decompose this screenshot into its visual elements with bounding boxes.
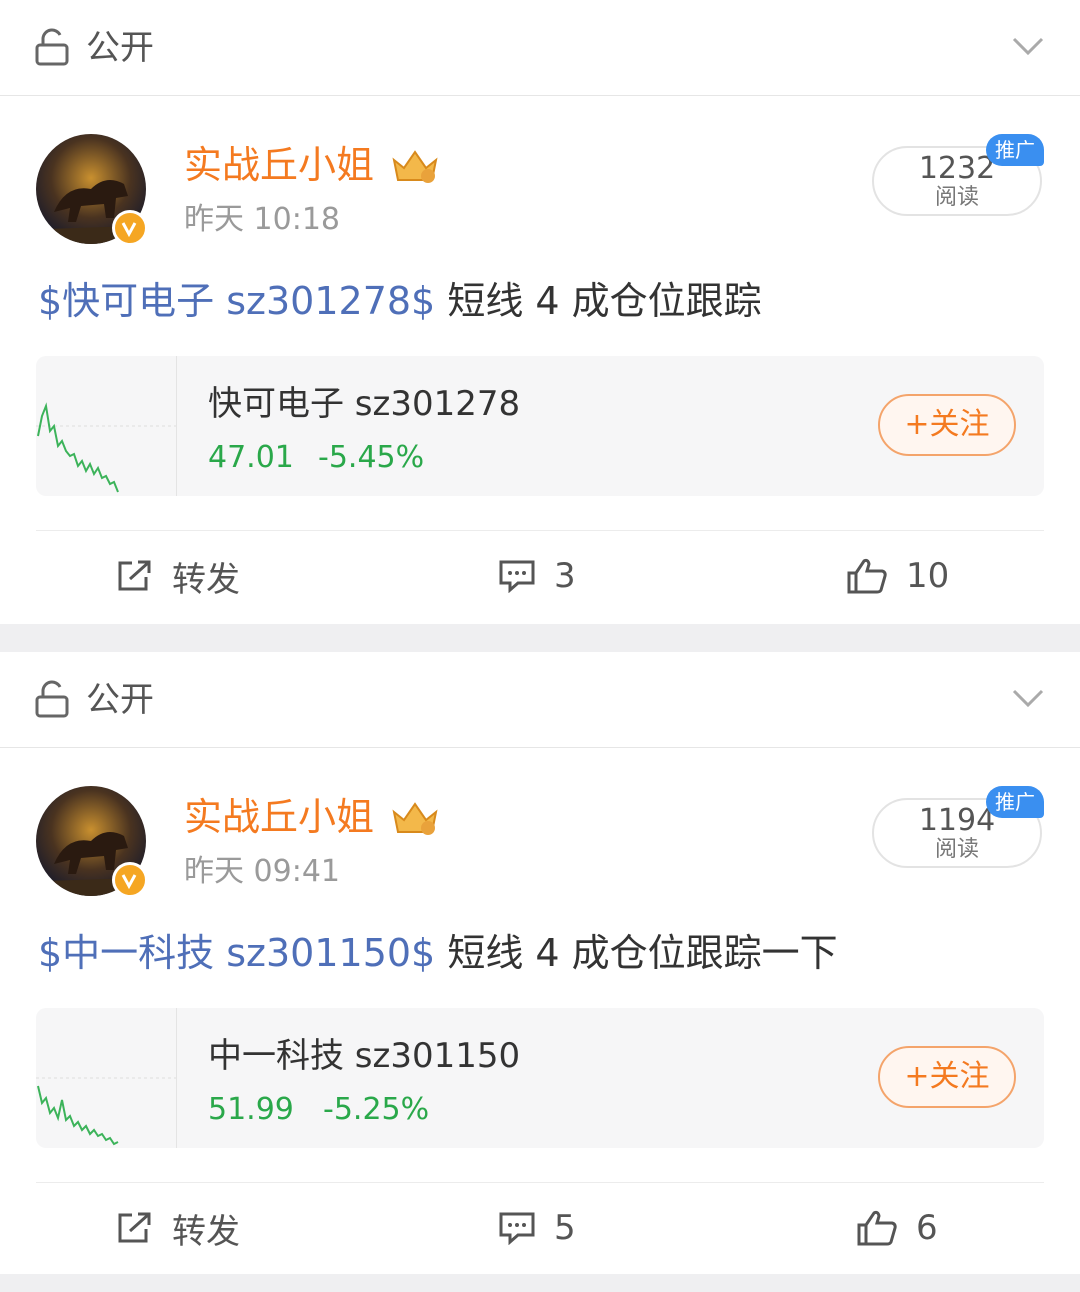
post-card: 公开 实战丘小姐 昨天 10:18 1232 阅读 推广 $快可电子 sz301… <box>0 0 1080 624</box>
post-time: 昨天 09:41 <box>184 854 340 889</box>
stock-name: 快可电子 sz301278 <box>208 384 521 424</box>
promote-badge[interactable]: 推广 <box>986 134 1044 166</box>
post-time: 昨天 10:18 <box>184 202 340 237</box>
action-bar: 转发 3 10 <box>0 548 1080 604</box>
repost-button[interactable]: 转发 <box>116 1200 240 1256</box>
like-icon <box>847 558 887 594</box>
comment-count: 5 <box>554 1208 576 1248</box>
post-text: 短线 4 成仓位跟踪一下 <box>435 931 838 975</box>
visibility-bar[interactable]: 公开 <box>0 0 1080 96</box>
follow-button[interactable]: +关注 <box>878 394 1016 456</box>
verified-icon <box>112 210 148 246</box>
verified-icon <box>112 862 148 898</box>
stock-card[interactable]: 快可电子 sz301278 47.01 -5.45% +关注 <box>36 356 1044 496</box>
stock-change: -5.45% <box>318 440 425 475</box>
repost-button[interactable]: 转发 <box>116 548 240 604</box>
visibility-bar[interactable]: 公开 <box>0 652 1080 748</box>
promote-badge[interactable]: 推广 <box>986 786 1044 818</box>
stock-change: -5.25% <box>323 1092 430 1127</box>
action-bar: 转发 5 6 <box>0 1200 1080 1256</box>
read-count-label: 阅读 <box>934 185 979 210</box>
stock-tag-link[interactable]: $快可电子 sz301278$ <box>38 279 435 323</box>
follow-button[interactable]: +关注 <box>878 1046 1016 1108</box>
like-button[interactable]: 10 <box>846 548 949 604</box>
visibility-label: 公开 <box>86 28 154 68</box>
like-count: 6 <box>916 1208 938 1248</box>
stock-tag-link[interactable]: $中一科技 sz301150$ <box>38 931 435 975</box>
stock-card[interactable]: 中一科技 sz301150 51.99 -5.25% +关注 <box>36 1008 1044 1148</box>
stock-sparkline <box>36 1008 177 1148</box>
read-count-label: 阅读 <box>934 837 979 862</box>
stock-name: 中一科技 sz301150 <box>208 1036 521 1076</box>
visibility-label: 公开 <box>86 680 154 720</box>
comment-button[interactable]: 5 <box>498 1200 576 1256</box>
author-name[interactable]: 实战丘小姐 <box>184 142 374 188</box>
repost-icon <box>118 1212 151 1243</box>
lock-icon <box>35 28 69 66</box>
lock-icon <box>35 680 69 718</box>
stock-price: 51.99 <box>208 1092 294 1127</box>
post-content: $快可电子 sz301278$ 短线 4 成仓位跟踪 <box>38 276 762 326</box>
comment-count: 3 <box>554 556 576 596</box>
comment-icon <box>499 560 535 593</box>
repost-icon <box>118 560 151 591</box>
like-count: 10 <box>906 556 950 596</box>
post-content: $中一科技 sz301150$ 短线 4 成仓位跟踪一下 <box>38 928 838 978</box>
repost-label: 转发 <box>172 1211 240 1252</box>
comment-button[interactable]: 3 <box>498 548 576 604</box>
comment-icon <box>499 1212 535 1245</box>
author-name[interactable]: 实战丘小姐 <box>184 794 374 840</box>
repost-label: 转发 <box>172 559 240 600</box>
crown-badge-icon <box>392 802 438 835</box>
post-text: 短线 4 成仓位跟踪 <box>435 279 762 323</box>
crown-badge-icon <box>392 150 438 183</box>
stock-sparkline <box>36 356 177 496</box>
divider <box>36 530 1044 531</box>
like-icon <box>857 1210 897 1246</box>
chevron-down-icon[interactable] <box>1012 688 1044 708</box>
chevron-down-icon[interactable] <box>1012 36 1044 56</box>
post-card: 公开 实战丘小姐 昨天 09:41 1194 阅读 推广 $中一科技 sz301… <box>0 652 1080 1274</box>
stock-price: 47.01 <box>208 440 294 475</box>
divider <box>36 1182 1044 1183</box>
like-button[interactable]: 6 <box>856 1200 938 1256</box>
